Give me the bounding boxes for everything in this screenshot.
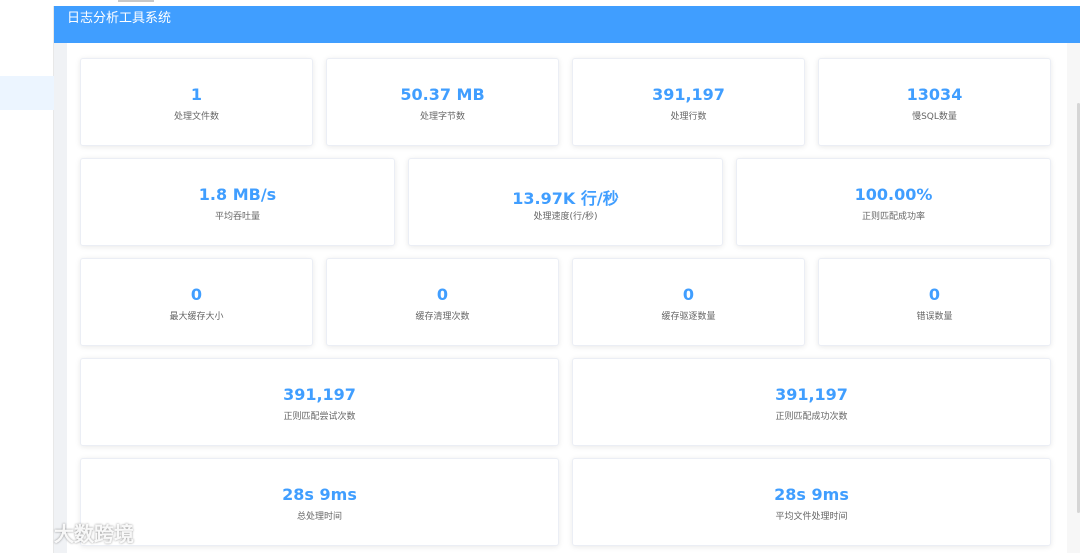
stat-label: 处理速度(行/秒): [533, 212, 598, 222]
stat-card-files: 1 处理文件数: [80, 58, 313, 146]
stat-card-regex-rate: 100.00% 正则匹配成功率: [736, 158, 1051, 246]
stat-label: 缓存清理次数: [415, 312, 470, 322]
stat-card-regex-attempts: 391,197 正则匹配尝试次数: [80, 358, 559, 446]
stat-value: 0: [928, 285, 941, 304]
stat-card-bytes: 50.37 MB 处理字节数: [326, 58, 559, 146]
stat-value: 0: [190, 285, 203, 304]
stat-card-slow-sql: 13034 慢SQL数量: [818, 58, 1051, 146]
stat-card-max-cache: 0 最大缓存大小: [80, 258, 313, 346]
stat-card-throughput: 1.8 MB/s 平均吞吐量: [80, 158, 395, 246]
stat-card-speed: 13.97K 行/秒 处理速度(行/秒): [408, 158, 723, 246]
stat-label: 处理字节数: [419, 112, 465, 122]
sidebar-item-active[interactable]: [0, 76, 54, 110]
stat-card-lines: 391,197 处理行数: [572, 58, 805, 146]
stat-value: 0: [682, 285, 695, 304]
stat-label: 慢SQL数量: [912, 112, 957, 122]
browser-tab-indicator: [118, 0, 154, 2]
stat-value: 1: [190, 85, 203, 104]
stat-card-regex-successes: 391,197 正则匹配成功次数: [572, 358, 1051, 446]
stat-label: 处理行数: [670, 112, 707, 122]
stat-card-avg-file-time: 28s 9ms 平均文件处理时间: [572, 458, 1051, 546]
stat-value: 391,197: [775, 385, 848, 404]
sidebar: [0, 6, 54, 553]
stat-value: 13034: [906, 85, 963, 104]
watermark-text: 大数跨境: [54, 522, 134, 546]
watermark-logo-icon: [10, 523, 45, 543]
stat-value: 391,197: [652, 85, 725, 104]
stat-label: 总处理时间: [296, 512, 342, 522]
stat-label: 最大缓存大小: [169, 312, 224, 322]
app-title: 日志分析工具系统: [67, 11, 172, 26]
watermark: 大数跨境: [8, 518, 134, 547]
stat-label: 缓存驱逐数量: [661, 312, 716, 322]
stat-value: 100.00%: [854, 185, 933, 204]
stat-label: 处理文件数: [173, 112, 219, 122]
stat-card-total-time: 28s 9ms 总处理时间: [80, 458, 559, 546]
stat-value: 1.8 MB/s: [198, 185, 277, 204]
stat-value: 391,197: [283, 385, 356, 404]
stat-label: 正则匹配尝试次数: [283, 412, 356, 422]
stat-label: 平均吞吐量: [214, 212, 260, 222]
stat-label: 正则匹配成功次数: [775, 412, 848, 422]
stat-card-cache-clears: 0 缓存清理次数: [326, 258, 559, 346]
stat-value: 13.97K 行/秒: [512, 189, 619, 208]
vertical-scrollbar[interactable]: [1067, 43, 1080, 553]
stat-label: 正则匹配成功率: [861, 212, 925, 222]
stat-card-cache-evictions: 0 缓存驱逐数量: [572, 258, 805, 346]
stat-label: 平均文件处理时间: [775, 512, 848, 522]
stat-card-errors: 0 错误数量: [818, 258, 1051, 346]
stat-value: 50.37 MB: [400, 85, 485, 104]
stat-value: 28s 9ms: [282, 485, 357, 504]
stat-value: 28s 9ms: [774, 485, 849, 504]
app-header: 日志分析工具系统: [54, 6, 1080, 43]
stat-label: 错误数量: [916, 312, 953, 322]
stat-value: 0: [436, 285, 449, 304]
